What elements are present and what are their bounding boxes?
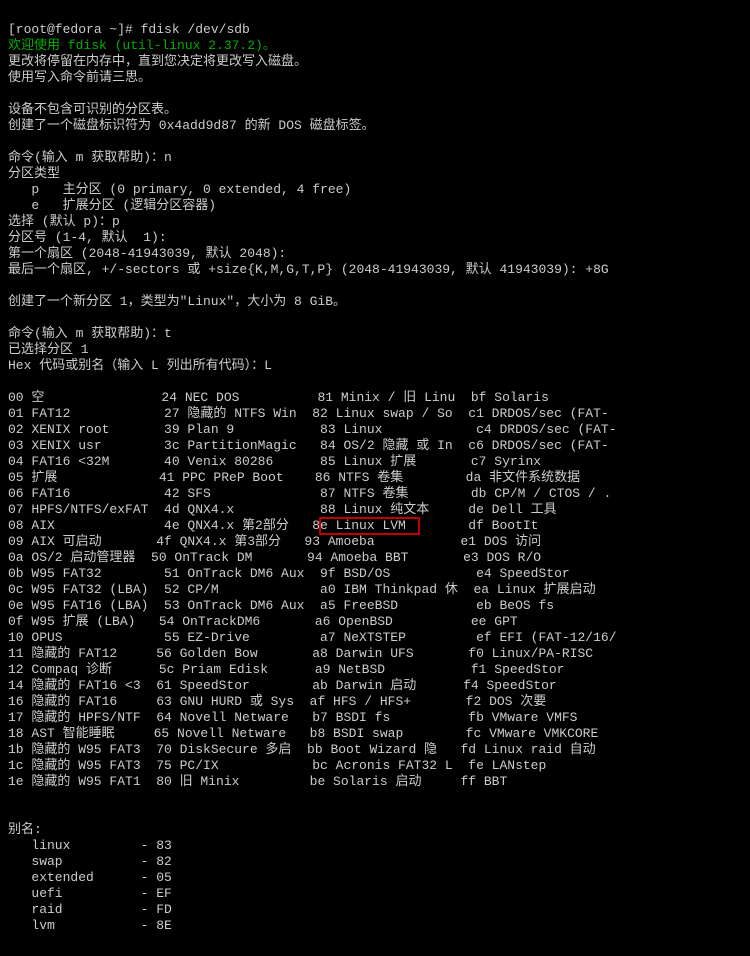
code-row: 02 XENIX root 39 Plan 9 83 Linux c4 DRDO… xyxy=(8,422,742,438)
code-row: 1c 隐藏的 W95 FAT3 75 PC/IX bc Acronis FAT3… xyxy=(8,758,742,774)
code-row: 16 隐藏的 FAT16 63 GNU HURD 或 Sys af HFS / … xyxy=(8,694,742,710)
first-sector[interactable]: 第一个扇区 (2048-41943039, 默认 2048): xyxy=(8,246,286,261)
code-row: 1b 隐藏的 W95 FAT3 70 DiskSecure 多启 bb Boot… xyxy=(8,742,742,758)
code-row: 01 FAT12 27 隐藏的 NTFS Win 82 Linux swap /… xyxy=(8,406,742,422)
code-row: 12 Compaq 诊断 5c Priam Edisk a9 NetBSD f1… xyxy=(8,662,742,678)
code-row: 03 XENIX usr 3c PartitionMagic 84 OS/2 隐… xyxy=(8,438,742,454)
alias-header: 别名: xyxy=(8,822,42,837)
command-prompt: 命令(输入 m 获取帮助)： xyxy=(8,326,164,341)
code-row: 14 隐藏的 FAT16 <3 61 SpeedStor ab Darwin 启… xyxy=(8,678,742,694)
alias-row: uefi - EF xyxy=(8,886,742,902)
code-row: 0c W95 FAT32 (LBA) 52 CP/M a0 IBM Thinkp… xyxy=(8,582,742,598)
code-row: 18 AST 智能睡眠 65 Novell Netware b8 BSDI sw… xyxy=(8,726,742,742)
code-row: 17 隐藏的 HPFS/NTF 64 Novell Netware b7 BSD… xyxy=(8,710,742,726)
part-e-line: e 扩展分区 (逻辑分区容器) xyxy=(8,198,216,213)
alias-list: linux - 83 swap - 82 extended - 05 uefi … xyxy=(8,838,742,934)
part-p-line: p 主分区 (0 primary, 0 extended, 4 free) xyxy=(8,182,351,197)
no-table-msg: 设备不包含可识别的分区表。 xyxy=(8,102,177,117)
code-row: 10 OPUS 55 EZ-Drive a7 NeXTSTEP ef EFI (… xyxy=(8,630,742,646)
terminal-output: [root@fedora ~]# fdisk /dev/sdb 欢迎使用 fdi… xyxy=(0,0,750,956)
alias-row: linux - 83 xyxy=(8,838,742,854)
last-sector[interactable]: 最后一个扇区, +/-sectors 或 +size{K,M,G,T,P} (2… xyxy=(8,262,609,277)
code-row: 1e 隐藏的 W95 FAT1 80 旧 Minix be Solaris 启动… xyxy=(8,774,742,790)
new-label-msg: 创建了一个磁盘标识符为 0x4add9d87 的新 DOS 磁盘标签。 xyxy=(8,118,375,133)
code-row: 11 隐藏的 FAT12 56 Golden Bow a8 Darwin UFS… xyxy=(8,646,742,662)
select-default-p[interactable]: 选择 (默认 p)：p xyxy=(8,214,120,229)
partition-codes-table: 00 空 24 NEC DOS 81 Minix / 旧 Linu bf Sol… xyxy=(8,390,742,790)
shell-prompt: [root@fedora ~]# xyxy=(8,22,141,37)
alias-row: raid - FD xyxy=(8,902,742,918)
created-partition: 创建了一个新分区 1，类型为"Linux"，大小为 8 GiB。 xyxy=(8,294,346,309)
partition-number[interactable]: 分区号 (1-4, 默认 1): xyxy=(8,230,167,245)
command-prompt: 命令(输入 m 获取帮助)： xyxy=(8,150,164,165)
code-row: 0b W95 FAT32 51 OnTrack DM6 Aux 9f BSD/O… xyxy=(8,566,742,582)
code-row: 07 HPFS/NTFS/exFAT 4d QNX4.x 88 Linux 纯文… xyxy=(8,502,742,518)
welcome-line: 欢迎使用 fdisk (util-linux 2.37.2)。 xyxy=(8,38,276,53)
code-row: 05 扩展 41 PPC PReP Boot 86 NTFS 卷集 da 非文件… xyxy=(8,470,742,486)
alias-row: lvm - 8E xyxy=(8,918,742,934)
cmd-n[interactable]: n xyxy=(164,150,172,165)
buffer-msg: 更改将停留在内存中，直到您决定将更改写入磁盘。 xyxy=(8,54,307,69)
command-fdisk: fdisk /dev/sdb xyxy=(141,22,250,37)
code-row: 00 空 24 NEC DOS 81 Minix / 旧 Linu bf Sol… xyxy=(8,390,742,406)
care-msg: 使用写入命令前请三思。 xyxy=(8,70,151,85)
code-row: 0e W95 FAT16 (LBA) 53 OnTrack DM6 Aux a5… xyxy=(8,598,742,614)
code-row: 04 FAT16 <32M 40 Venix 80286 85 Linux 扩展… xyxy=(8,454,742,470)
alias-row: extended - 05 xyxy=(8,870,742,886)
part-type-hdr: 分区类型 xyxy=(8,166,60,181)
code-row: 0f W95 扩展 (LBA) 54 OnTrackDM6 a6 OpenBSD… xyxy=(8,614,742,630)
code-row: 09 AIX 可启动 4f QNX4.x 第3部分 93 Amoeba e1 D… xyxy=(8,534,742,550)
code-row: 0a OS/2 启动管理器 50 OnTrack DM 94 Amoeba BB… xyxy=(8,550,742,566)
selected-partition: 已选择分区 1 xyxy=(8,342,89,357)
cmd-t[interactable]: t xyxy=(164,326,172,341)
code-row: 06 FAT16 42 SFS 87 NTFS 卷集 db CP/M / CTO… xyxy=(8,486,742,502)
hex-prompt[interactable]: Hex 代码或别名（输入 L 列出所有代码）：L xyxy=(8,358,272,373)
alias-row: swap - 82 xyxy=(8,854,742,870)
code-row: 08 AIX 4e QNX4.x 第2部分 8e Linux LVM df Bo… xyxy=(8,518,742,534)
